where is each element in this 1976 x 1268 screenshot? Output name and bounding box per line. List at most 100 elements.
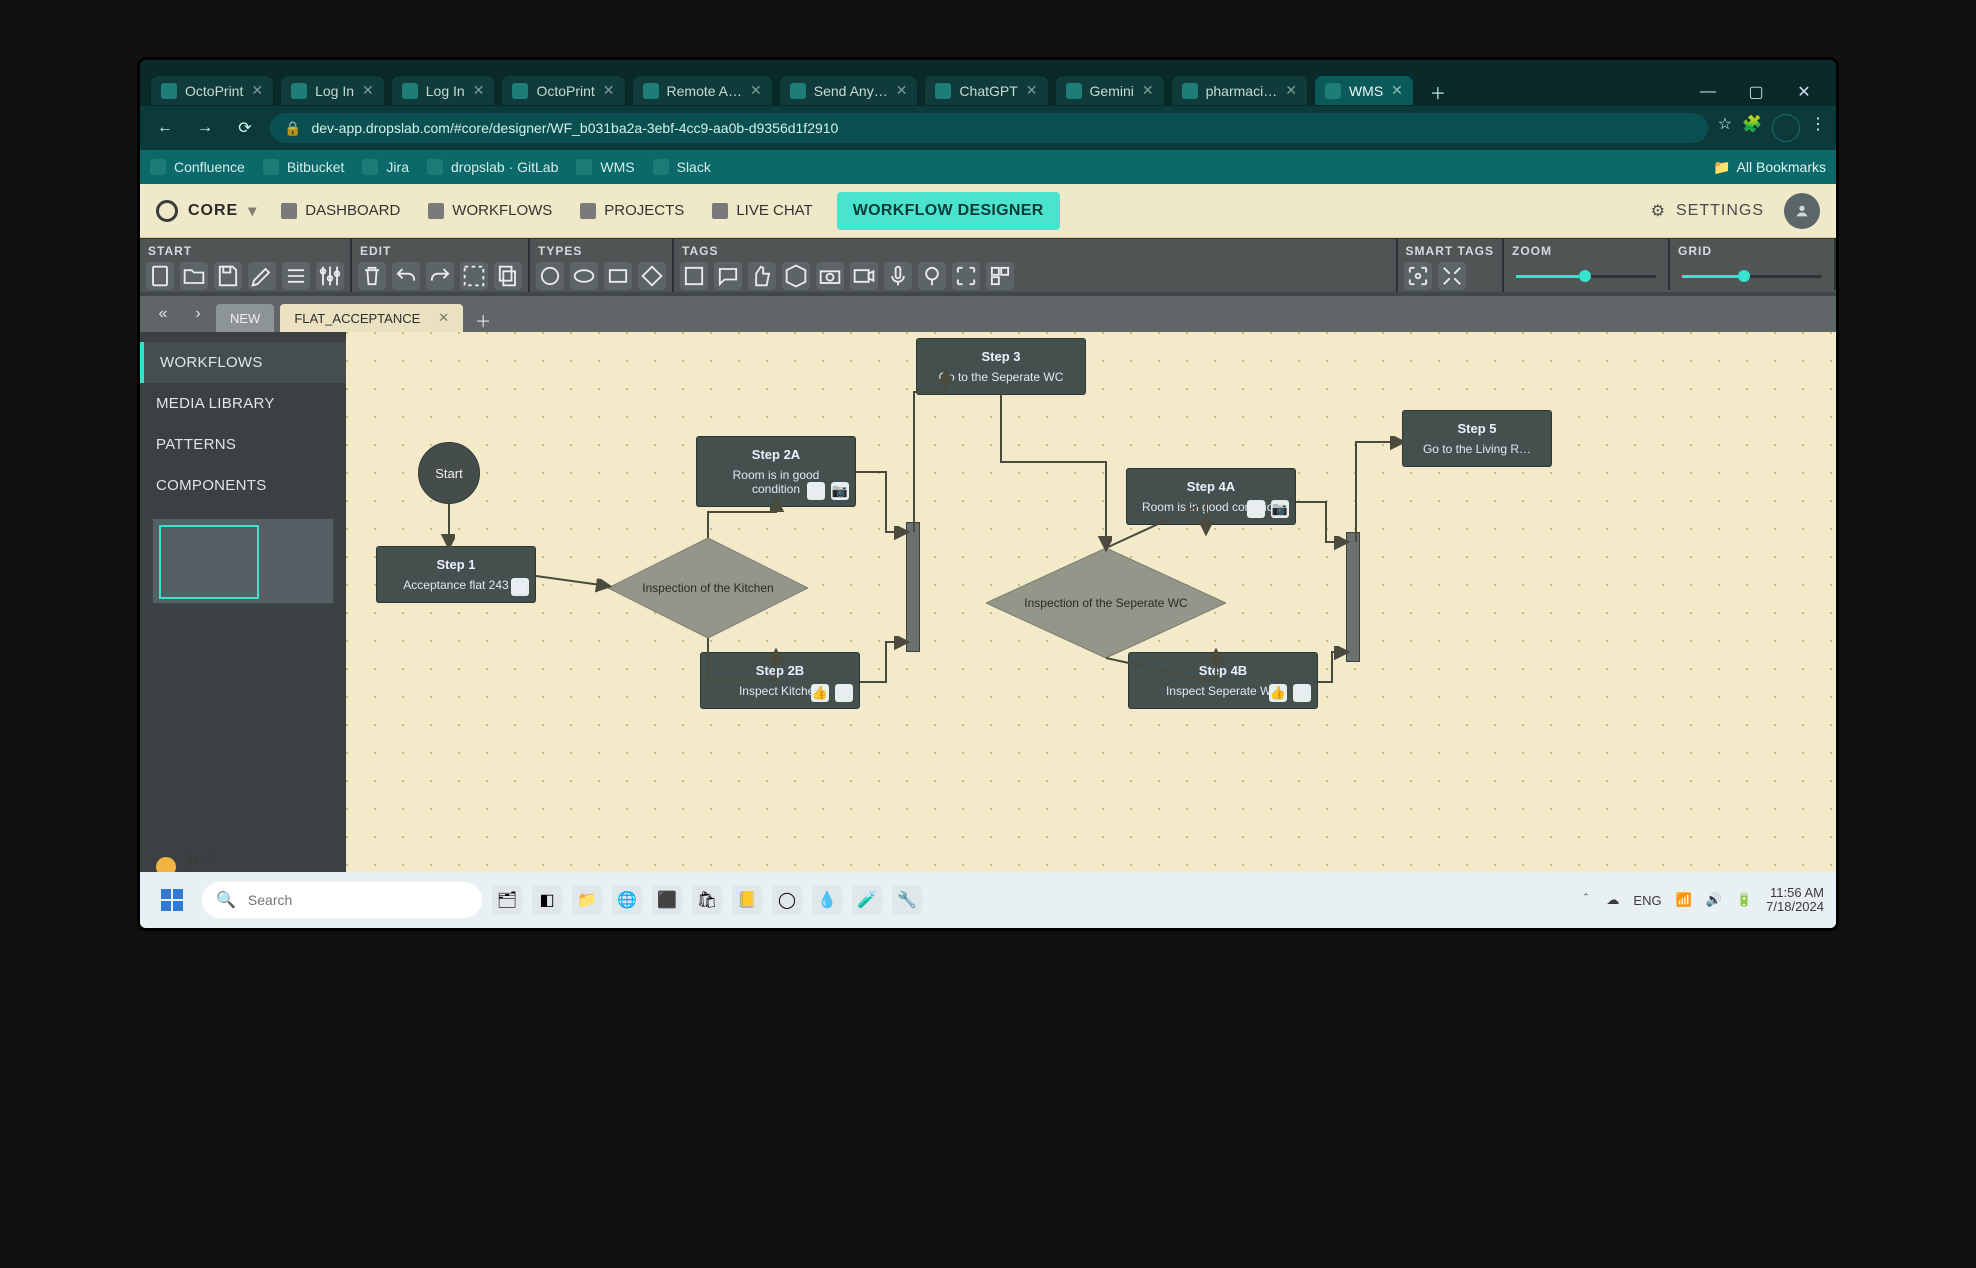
doc-tab-flat-acceptance[interactable]: FLAT_ACCEPTANCE✕ [280,304,463,332]
close-icon[interactable]: ✕ [1142,82,1154,99]
tab-remote[interactable]: Remote A…✕ [632,75,773,106]
merge-bar-2[interactable] [1346,532,1360,662]
new-file-button[interactable] [146,262,174,290]
kebab-icon[interactable]: ⋮ [1810,114,1826,142]
tab-chatgpt[interactable]: ChatGPT✕ [924,75,1048,106]
menu-projects[interactable]: PROJECTS [580,202,684,219]
app-vscode-icon[interactable]: ◧ [532,885,562,915]
app-misc2-icon[interactable]: 🔧 [892,885,922,915]
tab-pharmaci[interactable]: pharmaci…✕ [1171,75,1308,106]
tabstrip-next-button[interactable]: › [186,296,210,332]
close-icon[interactable]: ✕ [362,82,374,99]
sidebar-item-workflows[interactable]: WORKFLOWS [140,342,346,383]
tab-wms[interactable]: WMS✕ [1314,75,1414,106]
tag-pin-button[interactable] [918,262,946,290]
minimap-viewport[interactable] [159,525,259,599]
delete-button[interactable] [358,262,386,290]
redo-button[interactable] [426,262,454,290]
app-misc1-icon[interactable]: 🧪 [852,885,882,915]
tag-qr-button[interactable] [986,262,1014,290]
bookmark-wms[interactable]: WMS [576,159,634,175]
forward-button[interactable]: → [190,113,220,143]
workflow-designer-button[interactable]: WORKFLOW DESIGNER [837,192,1060,230]
app-store-icon[interactable]: 🛍 [692,885,722,915]
menu-workflows[interactable]: WORKFLOWS [428,202,552,219]
node-step4a[interactable]: Step 4A Room is in good condition 🗎📷 [1126,468,1296,525]
profile-icon[interactable] [1772,114,1800,142]
select-all-button[interactable] [460,262,488,290]
address-bar[interactable]: 🔒 dev-app.dropslab.com/#core/designer/WF… [270,113,1708,143]
onedrive-icon[interactable]: ☁ [1606,892,1619,908]
node-step2b[interactable]: Step 2B Inspect Kitchen 👍🗎 [700,652,860,709]
app-terminal-icon[interactable]: ⬛ [652,885,682,915]
node-decision-wc[interactable]: Inspection of the Seperate WC [986,548,1226,658]
tab-gemini[interactable]: Gemini✕ [1055,75,1165,106]
node-step1[interactable]: Step 1 Acceptance flat 243 ◪ [376,546,536,603]
close-button[interactable]: ✕ [1782,78,1826,106]
sliders-button[interactable] [316,262,344,290]
maximize-button[interactable]: ▢ [1734,78,1778,106]
smart-expand-button[interactable] [1438,262,1466,290]
tabstrip-prev-button[interactable]: « [140,296,186,332]
node-step3[interactable]: Step 3 Go to the Seperate WC [916,338,1086,395]
tag-scan-button[interactable] [952,262,980,290]
doc-tab-new[interactable]: NEW [216,304,274,332]
close-icon[interactable]: ✕ [1391,82,1403,99]
canvas[interactable]: Start Step 1 Acceptance flat 243 ◪ Inspe… [346,332,1836,928]
minimap[interactable] [152,518,334,604]
tab-login-2[interactable]: Log In✕ [391,75,496,106]
menu-livechat[interactable]: LIVE CHAT [712,202,812,219]
close-icon[interactable]: ✕ [473,82,485,99]
edit-button[interactable] [248,262,276,290]
close-icon[interactable]: ✕ [251,82,263,99]
app-folder-icon[interactable]: 📁 [572,885,602,915]
zoom-slider[interactable] [1516,266,1656,286]
bookmark-confluence[interactable]: Confluence [150,159,245,175]
type-ellipse-button[interactable] [570,262,598,290]
tab-octoprint-2[interactable]: OctoPrint✕ [501,75,625,106]
smart-focus-button[interactable] [1404,262,1432,290]
tag-camera-button[interactable] [816,262,844,290]
app-edge-icon[interactable]: 🌐 [612,885,642,915]
bookmark-gitlab[interactable]: dropslab · GitLab [427,159,558,175]
node-step5[interactable]: Step 5 Go to the Living R… [1402,410,1552,467]
save-button[interactable] [214,262,242,290]
undo-button[interactable] [392,262,420,290]
minimize-button[interactable]: — [1686,78,1730,106]
close-icon[interactable]: ✕ [1026,82,1038,99]
volume-icon[interactable]: 🔊 [1706,892,1722,908]
back-button[interactable]: ← [150,113,180,143]
tab-octoprint-1[interactable]: OctoPrint✕ [150,75,274,106]
tag-mic-button[interactable] [884,262,912,290]
menu-dashboard[interactable]: DASHBOARD [281,202,400,219]
app-notes-icon[interactable]: 📒 [732,885,762,915]
battery-icon[interactable]: 🔋 [1736,892,1752,908]
tab-login-1[interactable]: Log In✕ [280,75,385,106]
sidebar-item-media-library[interactable]: MEDIA LIBRARY [140,383,346,424]
tag-video-button[interactable] [850,262,878,290]
app-octoprint-icon[interactable]: 💧 [812,885,842,915]
copy-button[interactable] [494,262,522,290]
tag-chat-button[interactable] [714,262,742,290]
tab-sendany[interactable]: Send Any…✕ [779,75,919,106]
clock[interactable]: 11:56 AM 7/18/2024 [1766,886,1824,915]
tag-note-button[interactable] [680,262,708,290]
tray-chevron-icon[interactable]: ＾ [1579,891,1592,910]
grid-slider[interactable] [1682,266,1822,286]
close-icon[interactable]: ✕ [438,310,449,326]
node-step4b[interactable]: Step 4B Inspect Seperate WC 👍🗎 [1128,652,1318,709]
sidebar-item-patterns[interactable]: PATTERNS [140,424,346,465]
taskbar-search[interactable]: 🔍 [202,882,482,918]
start-button[interactable] [152,880,192,920]
list-button[interactable] [282,262,310,290]
tag-like-button[interactable] [748,262,776,290]
language-indicator[interactable]: ENG [1633,893,1661,908]
star-icon[interactable]: ☆ [1718,114,1732,142]
extensions-icon[interactable]: 🧩 [1742,114,1762,142]
settings-button[interactable]: ⚙SETTINGS [1651,201,1764,221]
wifi-icon[interactable]: 📶 [1676,892,1692,908]
search-input[interactable] [246,891,468,909]
type-rect-button[interactable] [604,262,632,290]
sidebar-item-components[interactable]: COMPONENTS [140,465,346,506]
tag-cube-button[interactable] [782,262,810,290]
